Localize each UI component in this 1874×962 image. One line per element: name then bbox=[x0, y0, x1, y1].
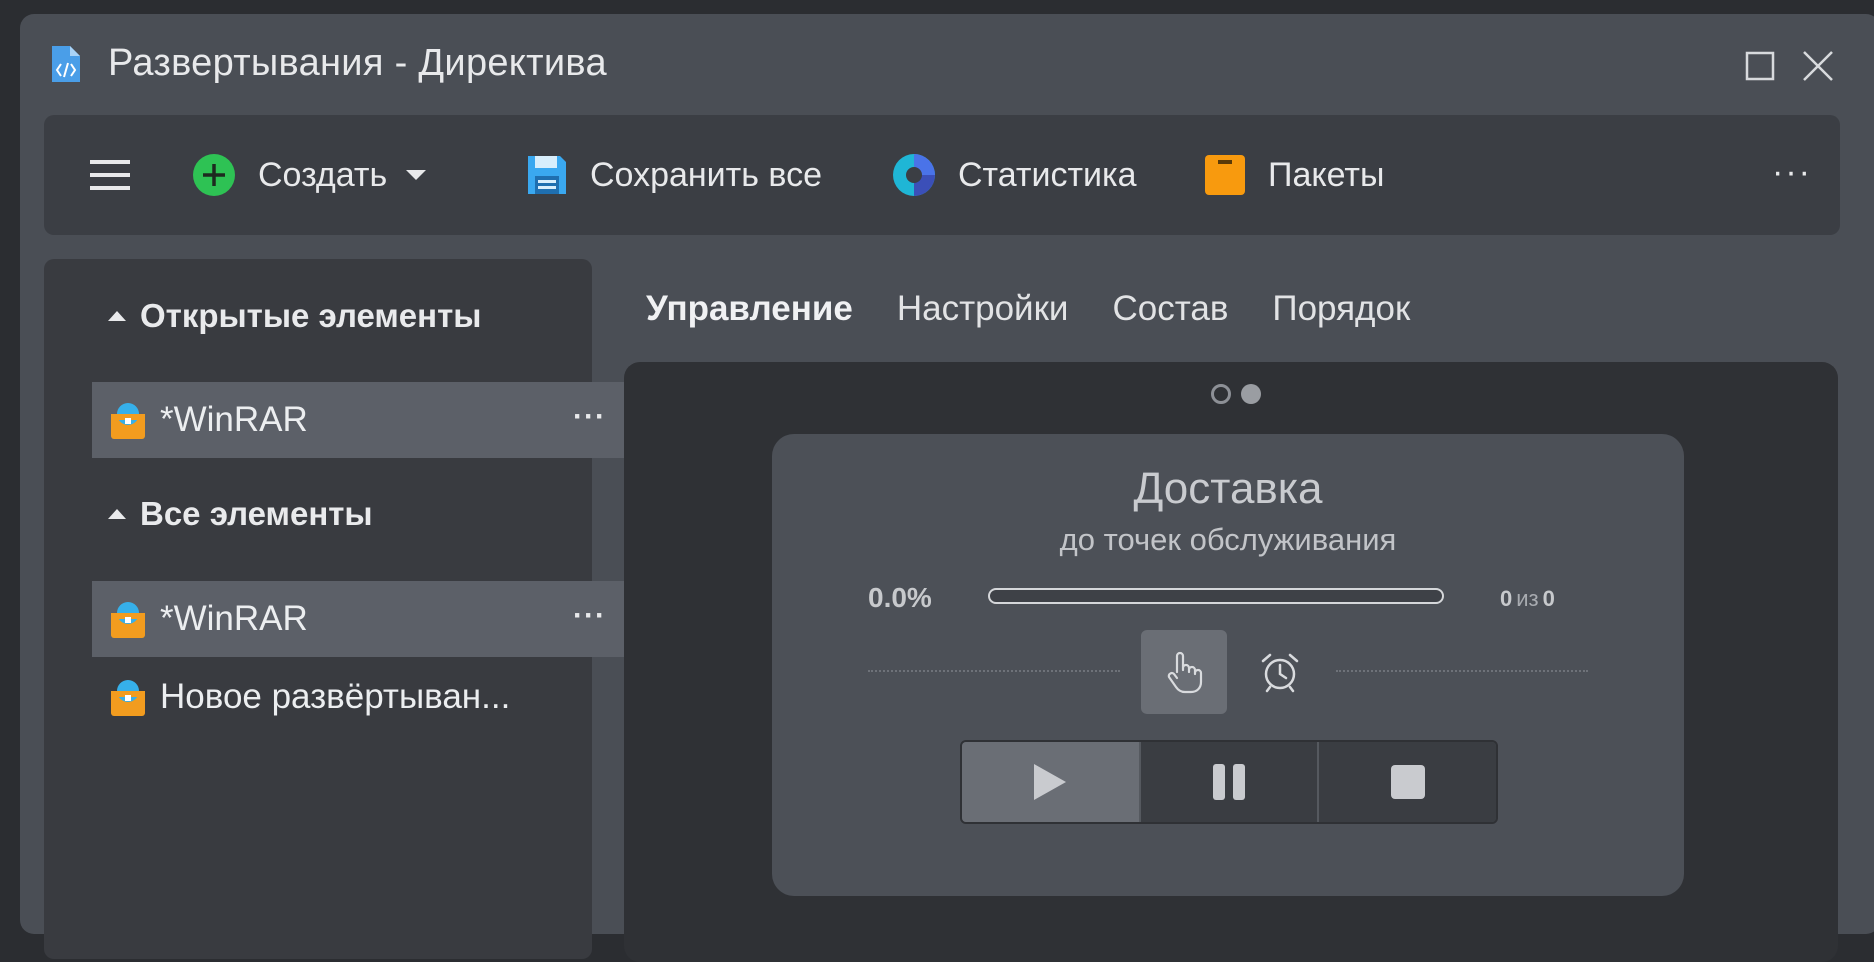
tab-bar: Управление Настройки Состав Порядок bbox=[646, 289, 1454, 329]
hamburger-menu-icon bbox=[90, 160, 130, 190]
toolbar-more-button[interactable]: ··· bbox=[1772, 153, 1812, 192]
all-item-new-deployment[interactable]: Новое развёртыван... bbox=[92, 659, 628, 735]
pause-icon bbox=[1213, 764, 1245, 800]
menu-button[interactable] bbox=[90, 115, 130, 235]
stop-button[interactable] bbox=[1317, 742, 1496, 822]
code-document-icon bbox=[52, 46, 80, 82]
chevron-down-icon bbox=[406, 170, 427, 180]
all-items-header[interactable]: Все элементы bbox=[108, 495, 373, 533]
packages-label: Пакеты bbox=[1268, 155, 1385, 194]
play-button[interactable] bbox=[962, 742, 1139, 822]
pager-dot[interactable] bbox=[1211, 384, 1231, 404]
toolbar: Создать Сохранить все Статистика Пакеты … bbox=[44, 115, 1840, 235]
progress-count: 0 из 0 bbox=[1500, 586, 1555, 612]
open-items-title: Открытые элементы bbox=[140, 297, 482, 334]
open-items-header[interactable]: Открытые элементы bbox=[108, 297, 481, 335]
add-circle-icon bbox=[193, 154, 235, 196]
package-box-icon bbox=[1205, 155, 1245, 195]
divider-left bbox=[868, 670, 1120, 672]
collapse-caret-icon bbox=[108, 509, 126, 519]
main-window: Развертывания - Директива Создать Сохран… bbox=[20, 14, 1874, 962]
save-disk-icon bbox=[528, 156, 566, 194]
packages-button[interactable]: Пакеты bbox=[1204, 115, 1384, 235]
delivery-card: Доставка до точек обслуживания 0.0% 0 из 0 bbox=[772, 434, 1684, 896]
create-label: Создать bbox=[258, 155, 388, 194]
statistics-button[interactable]: Статистика bbox=[892, 115, 1137, 235]
tab-composition[interactable]: Состав bbox=[1112, 289, 1228, 329]
open-item-label: *WinRAR bbox=[160, 400, 308, 439]
all-item-label: *WinRAR bbox=[160, 599, 308, 638]
window-title: Развертывания - Директива bbox=[108, 42, 607, 84]
play-icon bbox=[1034, 764, 1067, 800]
progress-percent: 0.0% bbox=[868, 582, 932, 613]
pause-button[interactable] bbox=[1138, 742, 1318, 822]
all-item-winrar[interactable]: *WinRAR ··· bbox=[92, 581, 628, 657]
total-count: 0 bbox=[1542, 586, 1555, 611]
done-count: 0 bbox=[1500, 586, 1513, 611]
title-bar: Развертывания - Директива bbox=[20, 14, 1874, 102]
all-item-label: Новое развёртыван... bbox=[160, 677, 511, 716]
playback-controls bbox=[960, 740, 1498, 824]
progress-bar bbox=[988, 588, 1444, 604]
deployment-package-icon bbox=[111, 680, 145, 716]
tab-settings[interactable]: Настройки bbox=[897, 289, 1069, 329]
all-items-title: Все элементы bbox=[140, 495, 373, 532]
tab-order[interactable]: Порядок bbox=[1272, 289, 1410, 329]
manual-mode-button[interactable] bbox=[1141, 630, 1227, 714]
delivery-subtitle: до точек обслуживания bbox=[1059, 522, 1397, 557]
save-all-label: Сохранить все bbox=[590, 155, 822, 194]
delivery-title: Доставка bbox=[1133, 464, 1323, 513]
save-all-button[interactable]: Сохранить все bbox=[526, 115, 822, 235]
pager-dot-active[interactable] bbox=[1241, 384, 1261, 404]
hand-pointer-icon bbox=[1167, 651, 1203, 694]
row-more-button[interactable]: ··· bbox=[573, 400, 606, 434]
row-more-button[interactable]: ··· bbox=[573, 599, 606, 633]
statistics-label: Статистика bbox=[958, 155, 1137, 194]
close-icon[interactable] bbox=[1800, 48, 1836, 84]
open-item-winrar[interactable]: *WinRAR ··· bbox=[92, 382, 628, 458]
deployment-package-icon bbox=[111, 602, 145, 638]
carousel-pager bbox=[1211, 384, 1261, 404]
collapse-caret-icon bbox=[108, 311, 126, 321]
maximize-icon[interactable] bbox=[1742, 48, 1778, 84]
scheduled-mode-button[interactable] bbox=[1237, 630, 1323, 714]
deployment-package-icon bbox=[111, 403, 145, 439]
tab-control[interactable]: Управление bbox=[646, 289, 853, 329]
alarm-clock-icon bbox=[1261, 653, 1299, 693]
pie-chart-icon bbox=[893, 154, 935, 196]
sidebar: Открытые элементы *WinRAR ··· Все элемен… bbox=[44, 259, 628, 959]
stop-icon bbox=[1390, 765, 1425, 799]
control-panel: Доставка до точек обслуживания 0.0% 0 из 0 bbox=[624, 362, 1838, 962]
create-button[interactable]: Создать bbox=[192, 115, 427, 235]
divider-right bbox=[1336, 670, 1588, 672]
of-label: из bbox=[1516, 586, 1539, 611]
